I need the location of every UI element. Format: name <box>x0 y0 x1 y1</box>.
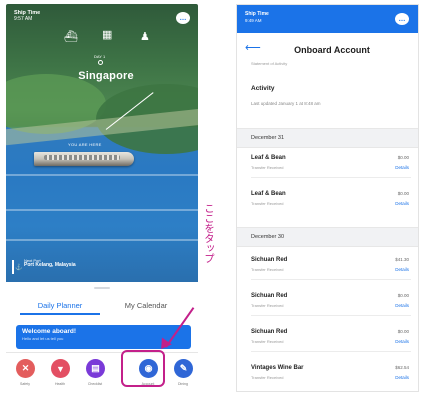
details-link[interactable]: Details <box>383 267 409 272</box>
dock-label-checklist: Checklist <box>87 382 103 386</box>
details-link[interactable]: Details <box>383 201 409 206</box>
destination-title: Singapore <box>78 70 134 82</box>
tab-my-calendar[interactable]: My Calendar <box>106 301 186 310</box>
section-date: December 31 <box>251 135 285 141</box>
anchor-icon: ⚓ <box>15 265 23 271</box>
transaction-name: Leaf & Bean <box>251 191 286 197</box>
water-wave <box>6 209 198 211</box>
transaction-name: Leaf & Bean <box>251 155 286 161</box>
transaction-name: Sichuan Red <box>251 293 288 299</box>
person-icon[interactable]: ♟ <box>140 30 150 43</box>
transaction-amount: $62.54 <box>395 365 409 370</box>
water-wave <box>6 174 198 176</box>
date-section-header: December 31 <box>237 128 418 148</box>
last-updated-text: Last updated January 1 at 8:48 am <box>251 101 321 106</box>
active-tab-indicator <box>20 313 100 315</box>
row-divider <box>251 351 411 352</box>
divider-line <box>12 260 14 274</box>
next-port-name: Port Kelang, Malaysia <box>24 262 76 268</box>
transaction-amount: $0.00 <box>397 329 409 334</box>
transaction-name: Sichuan Red <box>251 329 288 335</box>
location-pin-icon <box>98 60 103 65</box>
details-link[interactable]: Details <box>383 375 409 380</box>
date-section-header: December 30 <box>237 227 418 247</box>
ship-caption: YOU ARE HERE <box>68 142 102 147</box>
safety-icon[interactable]: ✕ <box>16 359 35 378</box>
dock-label-health: Health <box>54 382 66 386</box>
annotation-note: ここをタップ <box>203 203 215 263</box>
dock-label-safety: Safety <box>20 382 30 386</box>
row-divider <box>251 177 411 178</box>
transaction-subtext: Transfer Received <box>251 201 284 206</box>
chat-icon[interactable]: … <box>176 12 190 24</box>
welcome-card-title: Welcome aboard! <box>22 328 77 335</box>
health-icon[interactable]: ▼ <box>51 359 70 378</box>
tab-daily-planner[interactable]: Daily Planner <box>20 301 100 310</box>
drag-handle[interactable] <box>94 287 110 289</box>
transaction-amount: $0.00 <box>397 293 409 298</box>
row-divider <box>251 315 411 316</box>
status-time: 9:49 AM <box>245 17 262 23</box>
ship-image <box>34 152 134 166</box>
row-divider <box>251 279 411 280</box>
day-label: DAY 1 <box>94 54 106 59</box>
chat-icon[interactable]: … <box>395 13 409 25</box>
transaction-subtext: Transfer Received <box>251 267 284 272</box>
water-wave <box>6 239 198 241</box>
dock-label-dining: Dining <box>178 382 188 386</box>
details-link[interactable]: Details <box>383 303 409 308</box>
page-subtitle[interactable]: Statement of Activity <box>251 61 371 66</box>
transaction-subtext: Transfer Received <box>251 375 284 380</box>
transaction-name: Sichuan Red <box>251 257 288 263</box>
account-screen: Ship Time 9:49 AM … ⟵ Onboard Account St… <box>236 4 419 392</box>
status-bar: Ship Time 9:57 AM <box>14 10 40 22</box>
details-link[interactable]: Details <box>383 339 409 344</box>
screenshot-stage: Ship Time 9:57 AM … ⛴ ▦ ♟ DAY 1 Singapor… <box>0 0 427 396</box>
checklist-icon[interactable]: ▤ <box>86 359 105 378</box>
back-arrow-icon[interactable]: ⟵ <box>245 41 261 54</box>
details-link[interactable]: Details <box>383 165 409 170</box>
home-screen: Ship Time 9:57 AM … ⛴ ▦ ♟ DAY 1 Singapor… <box>6 4 198 392</box>
ship-icon[interactable]: ⛴ <box>64 30 78 43</box>
status-bar: Ship Time 9:49 AM <box>245 11 269 23</box>
transaction-subtext: Transfer Received <box>251 303 284 308</box>
transaction-amount: $0.00 <box>397 155 409 160</box>
transaction-amount: $0.00 <box>397 191 409 196</box>
activity-heading: Activity <box>251 85 275 92</box>
status-time: 9:57 AM <box>14 16 33 22</box>
transaction-amount: $41.30 <box>395 257 409 262</box>
dining-icon[interactable]: ✎ <box>174 359 193 378</box>
highlight-box <box>121 350 165 387</box>
top-nav-icons: ⛴ ▦ ♟ <box>64 28 154 48</box>
section-date: December 30 <box>251 234 285 240</box>
transaction-subtext: Transfer Received <box>251 339 284 344</box>
transaction-name: Vintages Wine Bar <box>251 365 304 371</box>
calendar-icon[interactable]: ▦ <box>102 28 112 41</box>
transaction-subtext: Transfer Received <box>251 165 284 170</box>
page-title: Onboard Account <box>294 45 370 55</box>
